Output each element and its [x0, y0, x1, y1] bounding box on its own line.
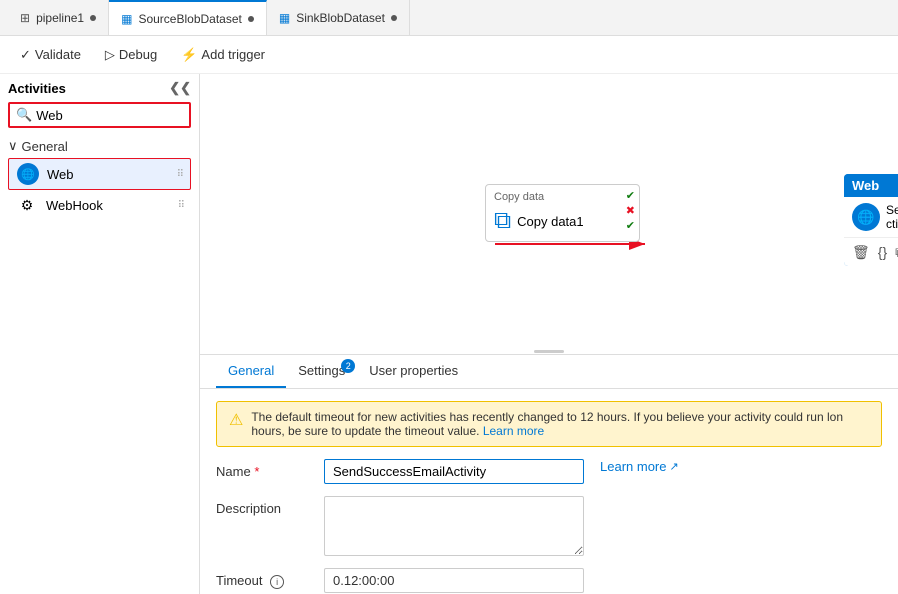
web-box-actions: 🗑 {} ⧉ → — [844, 237, 898, 266]
search-icon: 🔍 — [16, 107, 32, 123]
check-green-1: ✔ — [626, 189, 635, 202]
debug-button[interactable]: ▷ Debug — [101, 45, 161, 65]
resize-bar — [534, 350, 564, 353]
learn-more-banner-link[interactable]: Learn more — [483, 424, 544, 438]
web-globe-icon: 🌐 — [17, 163, 39, 185]
sidebar-group-header[interactable]: ∨ General — [8, 138, 191, 154]
warning-icon: ⚠ — [229, 410, 243, 430]
web-box-body: 🌐 SendSuccessEmailA ctivity — [844, 197, 898, 237]
delete-icon[interactable]: 🗑 — [852, 244, 870, 261]
learn-more-link[interactable]: Learn more ↗ — [600, 459, 679, 474]
name-input[interactable] — [324, 459, 584, 484]
main-layout: Activities ❮❮ 🔍 ∨ General 🌐 Web ⠿ ⚙ WebH… — [0, 74, 898, 594]
external-link-icon: ↗ — [669, 460, 678, 473]
pipeline-icon: ⊞ — [20, 11, 30, 25]
tab-settings[interactable]: Settings 2 — [286, 355, 357, 388]
sidebar-header: Activities ❮❮ — [0, 74, 199, 102]
copy-data-icon: ⧉ — [494, 207, 511, 235]
copy-data-content: ⧉ Copy data1 — [494, 207, 631, 235]
copy-data-box[interactable]: Copy data ⧉ Copy data1 ✔ ✖ ✔ — [485, 184, 640, 242]
check-red-1: ✖ — [626, 204, 635, 217]
debug-icon: ▷ — [105, 47, 115, 63]
tab-user-properties[interactable]: User properties — [357, 355, 470, 388]
copy-data-name: Copy data1 — [517, 214, 584, 229]
tab-pipeline1[interactable]: ⊞ pipeline1 — [8, 0, 109, 35]
settings-badge: 2 — [341, 359, 355, 373]
search-input[interactable] — [36, 108, 183, 123]
sidebar-title: Activities — [8, 81, 66, 96]
description-textarea[interactable] — [324, 496, 584, 556]
dataset-icon: ▦ — [121, 12, 132, 26]
drag-handle: ⠿ — [177, 169, 184, 180]
web-body-globe-icon: 🌐 — [852, 203, 880, 231]
dataset-icon-sink: ▦ — [279, 11, 290, 25]
check-green-2: ✔ — [626, 219, 635, 232]
warning-text: The default timeout for new activities h… — [251, 410, 869, 438]
warning-banner: ⚠ The default timeout for new activities… — [216, 401, 882, 447]
sidebar-group-general: ∨ General 🌐 Web ⠿ ⚙ WebHook ⠿ — [0, 134, 199, 224]
collapse-icon[interactable]: ❮❮ — [169, 80, 191, 96]
search-box: 🔍 — [8, 102, 191, 128]
sidebar: Activities ❮❮ 🔍 ∨ General 🌐 Web ⠿ ⚙ WebH… — [0, 74, 200, 594]
validate-button[interactable]: ✓ Validate — [16, 45, 85, 65]
validate-icon: ✓ — [20, 47, 31, 63]
chevron-down-icon: ∨ — [8, 138, 18, 154]
trigger-icon: ⚡ — [181, 47, 197, 63]
toolbar: ✓ Validate ▷ Debug ⚡ Add trigger — [0, 36, 898, 74]
timeout-info-icon[interactable]: i — [270, 575, 284, 589]
panel-content: ⚠ The default timeout for new activities… — [200, 389, 898, 594]
tab-sink-blob[interactable]: ▦ SinkBlobDataset — [267, 0, 410, 35]
description-label: Description — [216, 496, 316, 516]
copy-data-title: Copy data — [494, 191, 631, 203]
sidebar-header-icons: ❮❮ — [169, 80, 191, 96]
tab-dot — [248, 16, 254, 22]
sidebar-item-web[interactable]: 🌐 Web ⠿ — [8, 158, 191, 190]
web-activity-name: SendSuccessEmailA ctivity — [886, 203, 898, 231]
tab-general[interactable]: General — [216, 355, 286, 388]
timeout-label: Timeout i — [216, 568, 316, 589]
name-field-row: Name * Learn more ↗ — [216, 459, 882, 484]
panel-tabs-row: General Settings 2 User properties — [200, 355, 898, 389]
drag-handle-webhook: ⠿ — [178, 200, 185, 211]
name-label: Name * — [216, 459, 316, 479]
web-box-header: Web ⤢ ✔ ✖ ✔ — [844, 174, 898, 197]
web-activity-box[interactable]: Web ⤢ ✔ ✖ ✔ 🌐 SendSuccessEmailA ctivity … — [844, 174, 898, 266]
description-field-row: Description — [216, 496, 882, 556]
webhook-icon: ⚙ — [16, 194, 38, 216]
tab-bar: ⊞ pipeline1 ▦ SourceBlobDataset ▦ SinkBl… — [0, 0, 898, 36]
add-trigger-button[interactable]: ⚡ Add trigger — [177, 45, 269, 65]
pipeline-canvas: Copy data ⧉ Copy data1 ✔ ✖ ✔ Web ⤢ — [200, 74, 898, 354]
required-asterisk: * — [254, 464, 259, 479]
copy-data-checks: ✔ ✖ ✔ — [626, 189, 635, 232]
tab-source-blob[interactable]: ▦ SourceBlobDataset — [109, 0, 267, 35]
resize-handle[interactable] — [529, 348, 569, 354]
timeout-field-row: Timeout i — [216, 568, 882, 593]
bottom-panel: General Settings 2 User properties ⚠ The… — [200, 354, 898, 594]
tab-dot — [90, 15, 96, 21]
code-icon[interactable]: {} — [878, 244, 887, 260]
timeout-input[interactable] — [324, 568, 584, 593]
sidebar-item-webhook[interactable]: ⚙ WebHook ⠿ — [8, 190, 191, 220]
tab-dot — [391, 15, 397, 21]
